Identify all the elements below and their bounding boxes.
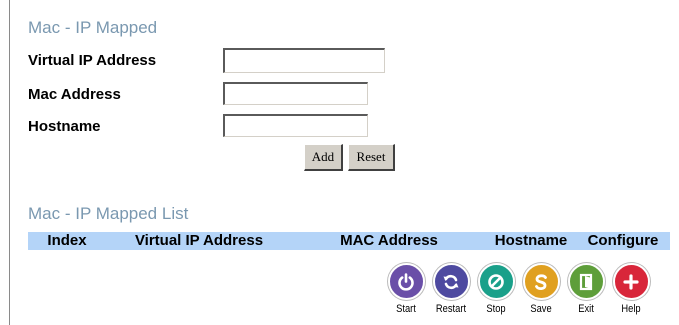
list-title: Mac - IP Mapped List [28,204,189,223]
hostname-label: Hostname [28,118,101,135]
virtual-ip-input[interactable] [223,48,385,73]
restart-button[interactable]: Restart [431,263,471,315]
exit-icon [567,263,605,300]
stop-button[interactable]: Stop [476,263,516,315]
start-label: Start [396,303,416,315]
mac-address-input[interactable] [223,82,368,105]
help-button[interactable]: Help [611,263,651,315]
mac-address-label: Mac Address [28,86,121,103]
stop-icon [477,263,515,300]
save-button[interactable]: Save [521,263,561,315]
left-divider [9,0,10,325]
column-index: Index [47,232,87,249]
help-label: Help [621,303,641,315]
power-icon [387,263,425,300]
save-icon [522,263,560,300]
restart-label: Restart [435,303,467,315]
help-icon [612,263,650,300]
save-label: Save [530,303,552,315]
column-configure: Configure [587,232,659,249]
exit-label: Exit [578,303,594,315]
stop-label: Stop [486,303,506,315]
add-button[interactable]: Add [304,144,343,171]
hostname-input[interactable] [223,114,368,137]
virtual-ip-label: Virtual IP Address [28,52,157,69]
restart-icon [432,263,470,300]
list-header: Index Virtual IP Address MAC Address Hos… [28,232,670,250]
column-virtual-ip: Virtual IP Address [134,232,264,249]
start-button[interactable]: Start [386,263,426,315]
exit-button[interactable]: Exit [566,263,606,315]
reset-button[interactable]: Reset [348,144,395,171]
column-mac-address: MAC Address [340,232,438,249]
form-title: Mac - IP Mapped [28,18,158,37]
column-hostname: Hostname [494,232,568,249]
